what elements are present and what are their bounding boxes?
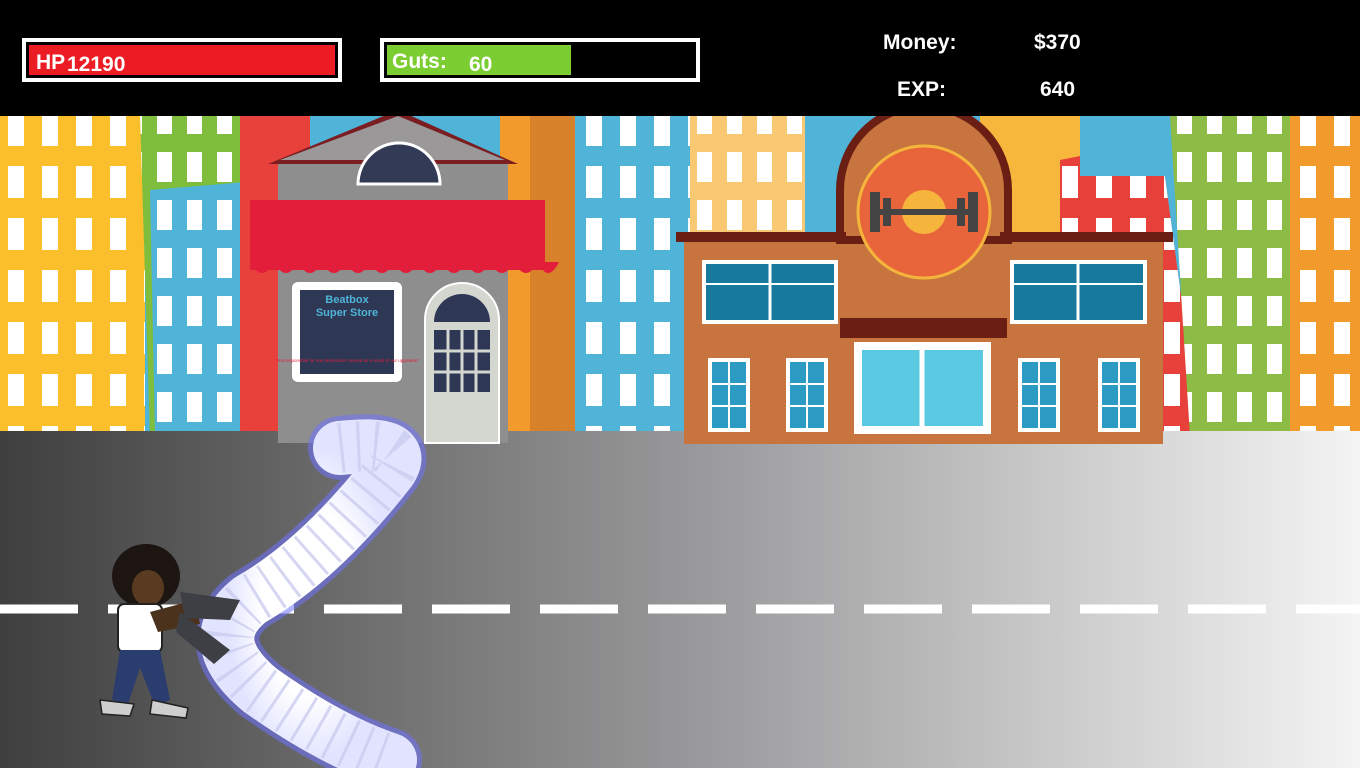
street-scene: Beatbox Super Store *Not responsible for… — [0, 116, 1360, 768]
guts-bar: Guts: 60 — [380, 38, 700, 82]
hp-label: HP — [36, 51, 66, 74]
guts-label: Guts: — [392, 50, 447, 73]
exp-label: EXP: — [897, 78, 947, 101]
store-sign-note: *Not responsible for any destruction cau… — [275, 358, 419, 363]
store-sign-line1: Beatbox — [325, 294, 369, 306]
money-value: $370 — [1034, 31, 1081, 54]
game-screen: HP 12190 Guts: 60 Money: $370 EXP: 640 B… — [0, 0, 1360, 768]
hp-bar: HP 12190 — [22, 38, 342, 82]
guts-value: 60 — [469, 53, 493, 76]
exp-value: 640 — [1040, 78, 1076, 101]
hp-value: 12190 — [67, 53, 126, 76]
money-label: Money: — [883, 31, 957, 54]
hud: HP 12190 Guts: 60 Money: $370 EXP: 640 — [0, 0, 1360, 116]
store-sign-line2: Super Store — [316, 307, 378, 319]
